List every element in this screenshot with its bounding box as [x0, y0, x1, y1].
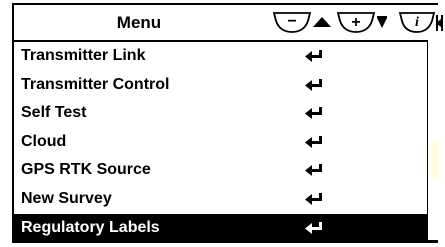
minus-symbol: −: [287, 13, 296, 30]
plus-symbol: +: [351, 14, 360, 31]
enter-icon: [305, 78, 322, 91]
menu-item-label: Transmitter Control: [21, 75, 170, 93]
enter-icon: [305, 221, 322, 234]
menu-item-label: Transmitter Link: [21, 47, 146, 64]
enter-icon: [305, 135, 322, 148]
menu-list: Transmitter Link Transmitter Control Sel…: [14, 42, 438, 243]
triangle-up-icon: [313, 17, 331, 27]
background-panel-edge: [427, 40, 439, 240]
screen: Menu − + i Transmitter Link Transmitter …: [0, 0, 445, 247]
softkey-minus-up[interactable]: −: [272, 11, 334, 35]
enter-icon: [305, 50, 322, 62]
softkey-info-exit[interactable]: i: [398, 11, 445, 35]
menu-item-transmitter-control[interactable]: Transmitter Control: [14, 70, 438, 100]
menu-item-label: GPS RTK Source: [21, 161, 151, 179]
menu-item-label: Self Test: [21, 104, 87, 122]
menu-item-label: New Survey: [21, 189, 112, 207]
enter-icon: [305, 164, 322, 177]
menu-header: Menu − + i: [14, 5, 443, 42]
exit-icon: [436, 15, 443, 31]
menu-title: Menu: [116, 13, 162, 32]
menu-item-gps-rtk-source[interactable]: GPS RTK Source: [14, 156, 438, 185]
menu-item-transmitter-link[interactable]: Transmitter Link: [14, 42, 438, 71]
menu-item-label: Cloud: [21, 132, 67, 150]
triangle-down-icon: [377, 18, 387, 28]
menu-item-regulatory-labels[interactable]: Regulatory Labels: [14, 213, 438, 243]
menu-panel: Menu − + i Transmitter Link Transmitter …: [12, 3, 443, 243]
info-symbol: i: [415, 15, 419, 30]
enter-icon: [305, 107, 322, 120]
menu-item-label: Regulatory Labels: [21, 218, 160, 236]
enter-icon: [305, 192, 322, 205]
background-highlight: [431, 140, 439, 180]
menu-item-cloud[interactable]: Cloud: [14, 127, 438, 157]
softkey-plus-down[interactable]: +: [336, 11, 396, 35]
menu-item-new-survey[interactable]: New Survey: [14, 184, 438, 214]
menu-item-self-test[interactable]: Self Test: [14, 99, 438, 128]
